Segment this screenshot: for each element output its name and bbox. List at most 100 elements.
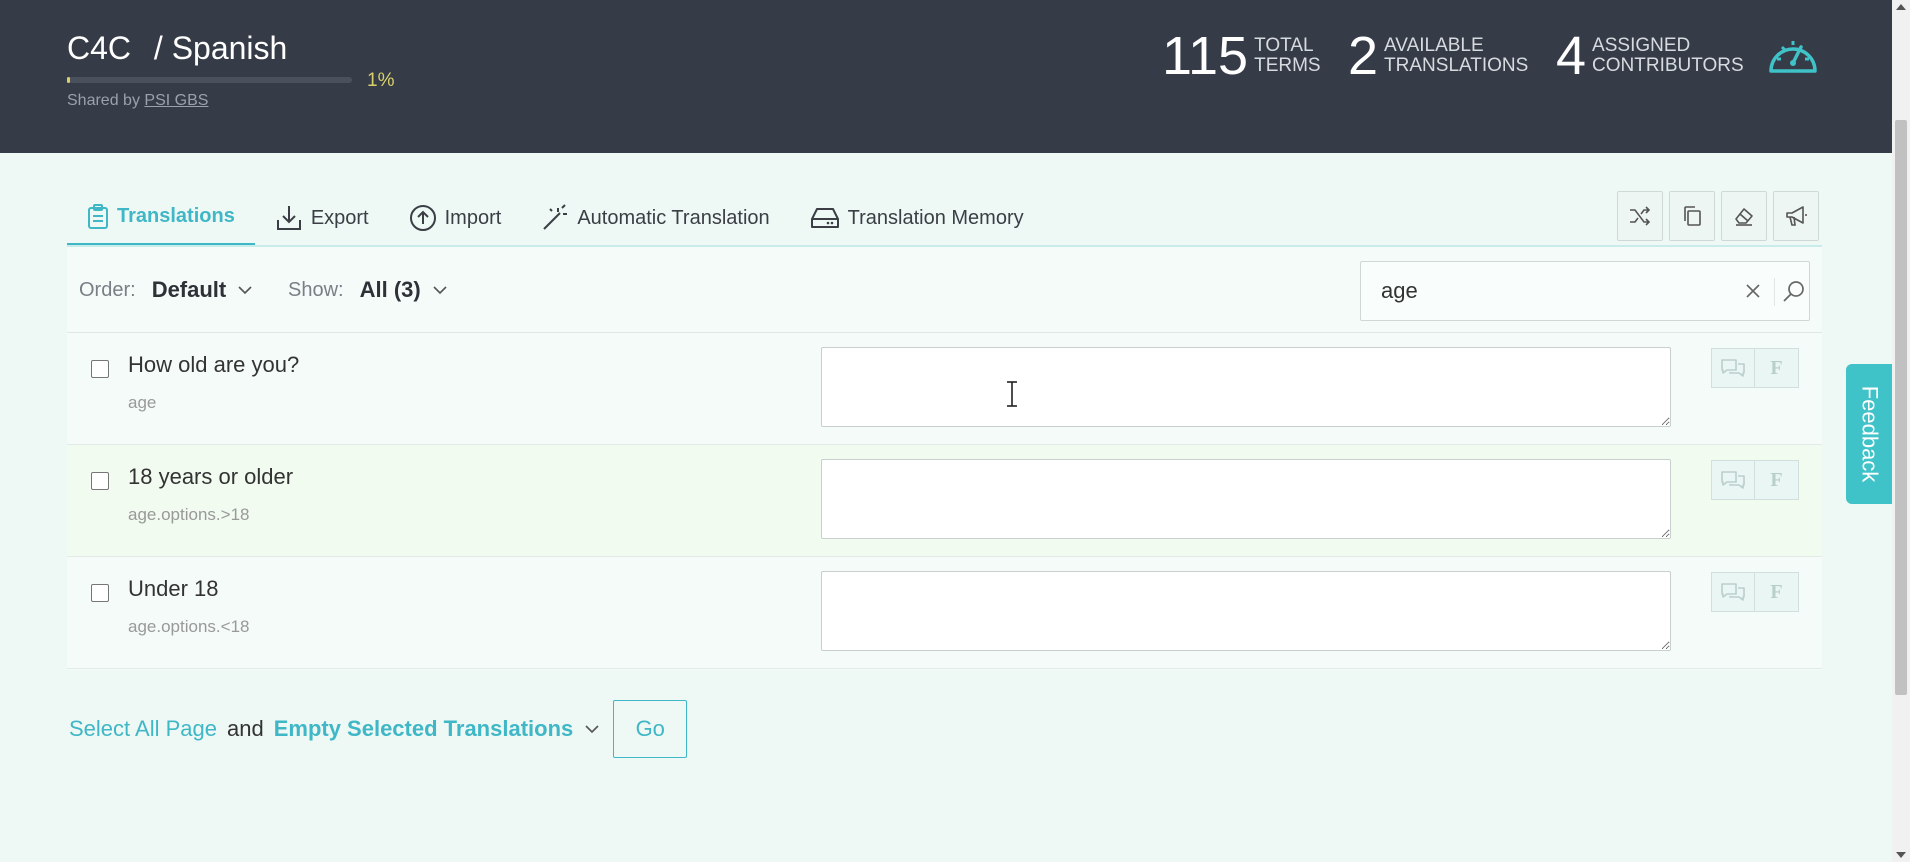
scroll-thumb[interactable] [1895, 120, 1907, 695]
clear-search-button[interactable] [1741, 279, 1765, 303]
stat-label: TOTAL TERMS [1254, 36, 1321, 76]
flag-button[interactable]: F [1755, 348, 1799, 388]
stat-label-line2: TERMS [1254, 55, 1321, 76]
comments-button[interactable] [1711, 348, 1755, 388]
tab-translations[interactable]: Translations [67, 190, 255, 246]
stat-assigned-contributors: 4 ASSIGNED CONTRIBUTORS [1556, 28, 1744, 84]
shuffle-button[interactable] [1617, 191, 1663, 241]
stat-available-translations: 2 AVAILABLE TRANSLATIONS [1348, 28, 1528, 84]
order-label: Order: [79, 278, 136, 301]
stat-total-terms: 115 TOTAL TERMS [1162, 28, 1321, 84]
source-text: 18 years or older [128, 464, 294, 489]
chevron-down-icon [238, 285, 252, 294]
scroll-up-icon[interactable] [1896, 4, 1906, 10]
language-name: Spanish [171, 30, 288, 66]
tab-export[interactable]: Export [255, 190, 389, 246]
search-input[interactable] [1381, 276, 1721, 306]
speedometer-icon[interactable] [1767, 33, 1819, 77]
row-checkbox[interactable] [91, 472, 109, 490]
terms-panel: Order: Default Show: All (3) age How old… [67, 247, 1822, 670]
tab-label: Translation Memory [847, 206, 1024, 229]
upload-circle-icon [409, 205, 436, 231]
stat-label-line1: TOTAL [1254, 35, 1314, 56]
hard-drive-icon [810, 208, 839, 228]
stat-number: 2 [1348, 26, 1379, 86]
bulk-action-bar: Select All Page and Empty Selected Trans… [69, 700, 688, 758]
vertical-scrollbar[interactable] [1892, 0, 1910, 862]
shared-by-prefix: Shared by [67, 92, 140, 109]
progress-bar [67, 77, 352, 83]
tab-bar: Translations Export Import Automatic Tra… [67, 190, 1044, 248]
translation-input[interactable] [821, 459, 1671, 539]
bulk-action-select[interactable]: Empty Selected Translations [274, 716, 574, 742]
row-checkbox[interactable] [91, 360, 109, 378]
tab-label: Import [444, 206, 502, 229]
show-value: All (3) [359, 277, 421, 302]
source-text: How old are you? [128, 352, 300, 377]
stat-label: AVAILABLE TRANSLATIONS [1384, 36, 1528, 76]
row-actions: F [1711, 348, 1799, 388]
progress-fill [67, 77, 70, 83]
translation-input[interactable] [821, 571, 1671, 651]
row-checkbox[interactable] [91, 584, 109, 602]
stat-number: 115 [1162, 26, 1249, 86]
row-actions: F [1711, 460, 1799, 500]
stat-label-line2: TRANSLATIONS [1384, 55, 1529, 76]
flag-button[interactable]: F [1755, 460, 1799, 500]
term-key: age.options.<18 [128, 617, 249, 637]
stat-label: ASSIGNED CONTRIBUTORS [1592, 36, 1744, 76]
comments-button[interactable] [1711, 460, 1755, 500]
term-key: age [128, 393, 156, 413]
stat-label-line2: CONTRIBUTORS [1592, 55, 1744, 76]
announce-button[interactable] [1773, 191, 1819, 241]
scroll-down-icon[interactable] [1896, 852, 1906, 858]
show-filter[interactable]: Show: All (3) [288, 277, 447, 303]
text-cursor-icon [1007, 381, 1017, 407]
title-separator: / [153, 30, 163, 66]
chevron-down-icon[interactable] [585, 724, 599, 734]
term-key-prefix: age [128, 505, 157, 524]
copy-button[interactable] [1669, 191, 1715, 241]
row-actions: F [1711, 572, 1799, 612]
search-divider [1774, 278, 1775, 306]
filter-bar: Order: Default Show: All (3) [67, 247, 1822, 333]
order-filter[interactable]: Order: Default [79, 277, 252, 303]
project-header: C4C / Spanish 1% Shared by PSI GBS 115 T… [0, 0, 1892, 153]
tab-import[interactable]: Import [389, 190, 522, 246]
search-icon [1783, 281, 1804, 302]
tab-label: Translations [117, 205, 235, 227]
show-label: Show: [288, 278, 344, 301]
stat-number: 4 [1556, 26, 1587, 86]
term-row: 18 years or older age.options.>18 F [67, 445, 1822, 557]
select-all-page-link[interactable]: Select All Page [69, 716, 217, 742]
comments-button[interactable] [1711, 572, 1755, 612]
eraser-button[interactable] [1721, 191, 1767, 241]
stat-label-line1: ASSIGNED [1592, 35, 1691, 56]
term-key-suffix: .options.>18 [156, 505, 250, 524]
close-icon [1746, 284, 1760, 298]
progress-percent: 1% [367, 70, 395, 91]
go-button[interactable]: Go [613, 700, 688, 758]
tab-label: Automatic Translation [577, 206, 770, 229]
translation-input[interactable] [821, 347, 1671, 427]
feedback-tab[interactable]: Feedback [1846, 364, 1892, 504]
copy-icon [1684, 206, 1701, 226]
comments-icon [1721, 583, 1745, 601]
feedback-label: Feedback [1857, 385, 1882, 483]
toolbar [1617, 191, 1819, 241]
tab-translation-memory[interactable]: Translation Memory [790, 190, 1044, 246]
term-key-suffix: .options.<18 [156, 617, 250, 636]
tab-automatic-translation[interactable]: Automatic Translation [521, 190, 789, 246]
shared-by: Shared by PSI GBS [67, 92, 208, 110]
term-row: Under 18 age.options.<18 F [67, 557, 1822, 669]
shared-by-link[interactable]: PSI GBS [144, 92, 208, 109]
comments-icon [1721, 471, 1745, 489]
term-row: How old are you? age F [67, 333, 1822, 445]
term-key: age.options.>18 [128, 505, 249, 525]
flag-button[interactable]: F [1755, 572, 1799, 612]
search-box [1360, 261, 1810, 321]
search-button[interactable] [1781, 278, 1807, 304]
term-key-prefix: age [128, 393, 157, 412]
magic-wand-icon [543, 204, 568, 230]
shuffle-icon [1630, 206, 1651, 226]
